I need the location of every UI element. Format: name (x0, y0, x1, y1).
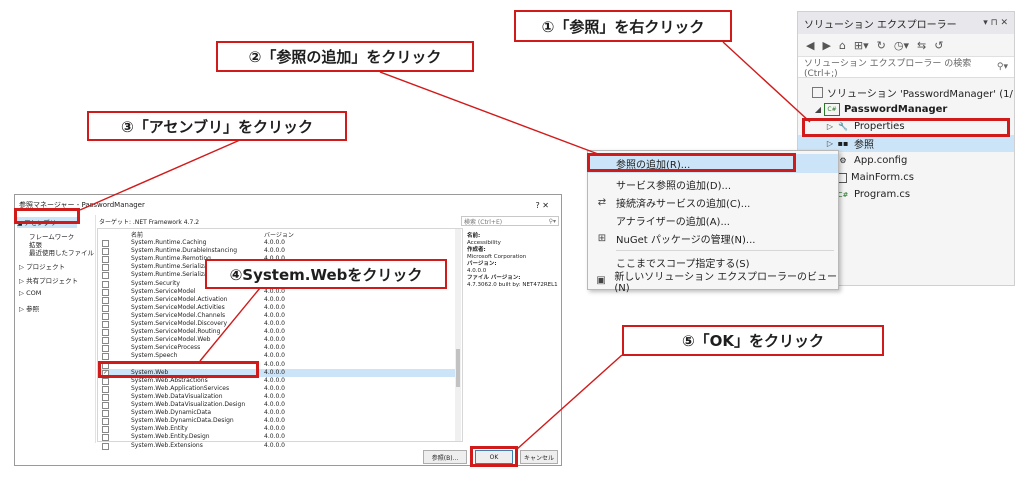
callout-step-4: ④System.Webをクリック (205, 259, 447, 289)
connector-line-4 (199, 287, 261, 362)
connector-line-1 (722, 41, 811, 123)
callout-step-5: ⑤「OK」をクリック (622, 325, 884, 356)
callout-connectors (79, 41, 811, 451)
callout-step-1: ①「参照」を右クリック (514, 10, 732, 42)
connector-line-5 (515, 354, 623, 451)
callout-step-2: ②「参照の追加」をクリック (216, 41, 474, 72)
callout-step-3: ③「アセンブリ」をクリック (87, 111, 347, 141)
connector-line-2 (379, 71, 599, 155)
connector-line-3 (79, 139, 241, 211)
